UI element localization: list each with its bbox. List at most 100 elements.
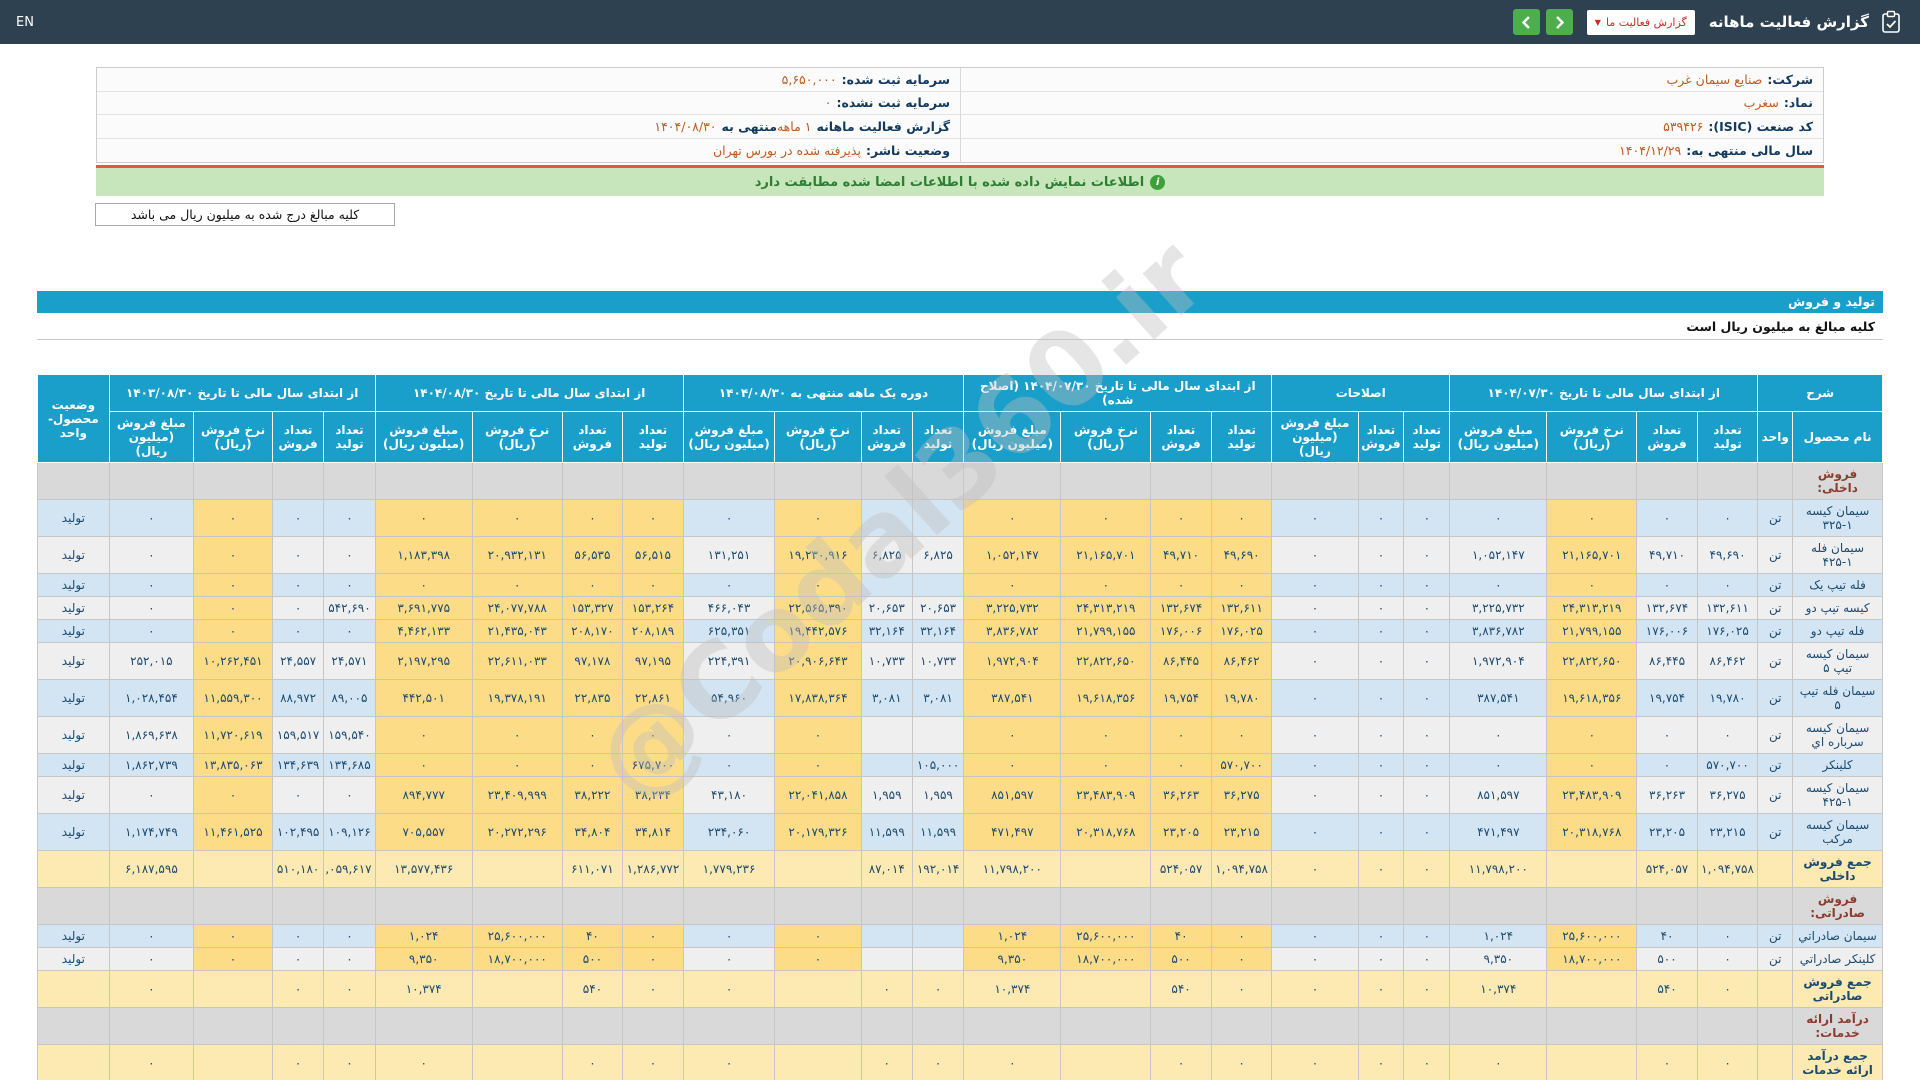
page-title: گزارش فعالیت ماهانه xyxy=(1708,13,1869,31)
value-cell: ۰ xyxy=(1357,536,1405,574)
value-cell: ۸۶,۴۶۲ xyxy=(1696,642,1759,680)
value-cell: ۰ xyxy=(271,619,325,643)
value-cell: ۲۱,۱۶۵,۷۰۱ xyxy=(1060,536,1152,574)
value-cell: ۰ xyxy=(108,776,195,814)
value-cell: ۵۴,۹۶۰ xyxy=(682,679,776,717)
value-cell: ۲۰,۹۰۶,۶۴۳ xyxy=(774,642,862,680)
section-cell xyxy=(1271,1007,1359,1045)
table-row: سیمان صادراتي تن ۰ ۴۰ ۲۵,۶۰۰,۰۰۰ ۱,۰۲۴ ۰ ۰ ۰ ۰ ۴۰ ۲… xyxy=(37,924,1883,948)
value-cell: ۲۱,۱۶۵,۷۰۱ xyxy=(1546,536,1638,574)
section-cell xyxy=(622,887,684,925)
value-cell: ۵۷۰,۷۰۰ xyxy=(1696,753,1759,777)
value-cell: ۰ xyxy=(622,499,684,537)
value-cell: ۱,۷۷۹,۲۳۶ xyxy=(682,850,776,888)
next-report-button[interactable] xyxy=(1545,9,1573,35)
section-label: فروش داخلی: xyxy=(1792,462,1883,500)
table-row: سیمان کیسه ۱-۳۲۵ تن ۰ ۰ ۰ ۰ ۰ ۰ ۰ ۰ ۰ ۰ ۰ ۰ ۰ ۰ ۰ ۰ ۰ ۰ ۰ ۰ ۰ ت… xyxy=(37,499,1883,537)
value-cell: ۲۲,۶۱۱,۰۳۳ xyxy=(471,642,563,680)
report-type-dropdown[interactable]: گزارش فعالیت ماهانه ▼ xyxy=(1586,9,1695,35)
prev-report-button[interactable] xyxy=(1512,9,1540,35)
value-cell: ۱۹,۲۳۰,۹۱۶ xyxy=(774,536,862,574)
value-cell: ۰ xyxy=(1357,716,1405,754)
section-cell xyxy=(193,887,273,925)
value-cell: ۰ xyxy=(1357,813,1405,851)
value-cell: ۰ xyxy=(1271,679,1359,717)
value-cell: ۰ xyxy=(1210,970,1273,1008)
value-cell: ۰ xyxy=(271,1044,325,1080)
value-cell: ۰ xyxy=(323,573,376,597)
value-cell: ۰ xyxy=(271,947,325,971)
status-cell: تولید xyxy=(37,947,110,971)
value-cell: ۰ xyxy=(1449,573,1548,597)
value-cell: ۰ xyxy=(1271,1044,1359,1080)
value-cell xyxy=(1060,970,1152,1008)
value-cell: ۰ xyxy=(1357,947,1405,971)
value-cell: ۲۳,۲۱۵ xyxy=(1210,813,1273,851)
value-cell: ۴۹,۶۹۰ xyxy=(1696,536,1759,574)
value-cell: ۰ xyxy=(1357,1044,1405,1080)
section-cell xyxy=(1696,1007,1759,1045)
section-cell xyxy=(860,887,913,925)
value-cell: ۵۰۰ xyxy=(561,947,624,971)
section-cell xyxy=(1757,1007,1794,1045)
value-cell xyxy=(1546,1044,1638,1080)
value-cell: ۰ xyxy=(374,1044,473,1080)
value-cell: ۰ xyxy=(1357,619,1405,643)
value-cell: ۰ xyxy=(774,499,862,537)
value-cell: ۰ xyxy=(1696,573,1759,597)
value-cell: ۰ xyxy=(1696,947,1759,971)
value-cell: ۱۱,۵۵۹,۳۰۰ xyxy=(193,679,273,717)
value-cell: ۵۴۰ xyxy=(1150,970,1212,1008)
unit-cell: تن xyxy=(1757,536,1794,574)
product-name-cell: جمع فروش داخلی xyxy=(1792,850,1883,888)
value-cell: ۹۷,۱۷۸ xyxy=(561,642,624,680)
value-cell: ۳۶,۲۷۵ xyxy=(1696,776,1759,814)
publisher-status-row: وضعیت ناشر: پذیرفته شده در بورس تهران xyxy=(712,142,950,158)
value-cell xyxy=(774,850,862,888)
value-cell: ۱,۰۵۲,۱۴۷ xyxy=(1449,536,1548,574)
section-cell xyxy=(37,1007,110,1045)
value-cell: ۰ xyxy=(108,499,195,537)
status-cell: تولید xyxy=(37,619,110,643)
section-cell xyxy=(774,462,862,500)
value-cell xyxy=(860,573,913,597)
value-cell: ۰ xyxy=(108,619,195,643)
value-cell xyxy=(860,924,913,948)
value-cell: ۱,۰۲۴ xyxy=(1449,924,1548,948)
value-cell: ۰ xyxy=(193,536,273,574)
value-cell: ۶۱۱,۰۷۱ xyxy=(561,850,624,888)
value-cell: ۱۹,۷۸۰ xyxy=(1210,679,1273,717)
unregistered-capital-row: سرمایه ثبت نشده: ۰ xyxy=(97,92,960,115)
unit-cell xyxy=(1757,850,1794,888)
product-name-cell: فله تیپ یک xyxy=(1792,573,1883,597)
product-name-cell: سیمان کیسه ۱-۳۲۵ xyxy=(1792,499,1883,537)
value-cell: ۴,۴۶۲,۱۳۳ xyxy=(374,619,473,643)
value-cell xyxy=(471,1044,563,1080)
value-cell: ۶۲۵,۳۵۱ xyxy=(682,619,776,643)
value-cell: ۳,۰۸۱ xyxy=(911,679,965,717)
value-cell: ۰ xyxy=(1150,716,1212,754)
value-cell: ۰ xyxy=(1060,753,1152,777)
value-cell xyxy=(860,947,913,971)
section-cell xyxy=(1757,887,1794,925)
value-cell: ۱۰۲,۴۹۵ xyxy=(271,813,325,851)
value-cell: ۰ xyxy=(1357,596,1405,620)
unit-cell xyxy=(1757,1044,1794,1080)
section-cell xyxy=(1449,462,1548,500)
value-cell: ۰ xyxy=(1403,753,1451,777)
value-cell: ۰ xyxy=(323,947,376,971)
section-cell xyxy=(1357,462,1405,500)
value-cell: ۱۳,۸۳۵,۰۶۳ xyxy=(193,753,273,777)
value-cell: ۰ xyxy=(622,573,684,597)
header-group-2: از ابتدای سال مالی تا تاریخ ۱۴۰۴/۰۷/۳۰ (… xyxy=(963,374,1273,412)
section-cell xyxy=(1636,887,1698,925)
value-cell: ۱۰,۷۳۳ xyxy=(911,642,965,680)
value-cell: ۰ xyxy=(1210,924,1273,948)
status-cell: تولید xyxy=(37,716,110,754)
value-cell: ۰ xyxy=(682,573,776,597)
value-cell: ۸۹۴,۷۷۷ xyxy=(374,776,473,814)
value-cell: ۰ xyxy=(682,924,776,948)
language-toggle[interactable]: EN xyxy=(16,15,34,30)
section-cell xyxy=(108,462,195,500)
value-cell: ۰ xyxy=(1271,970,1359,1008)
